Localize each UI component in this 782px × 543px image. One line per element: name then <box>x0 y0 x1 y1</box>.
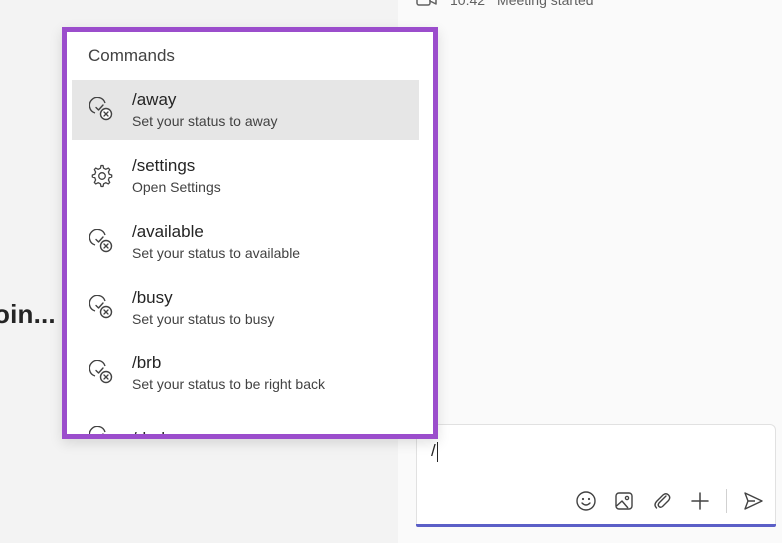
command-name: /busy <box>132 288 173 307</box>
message-input[interactable]: / <box>431 441 438 462</box>
command-item-settings[interactable]: /settings Open Settings <box>72 146 419 206</box>
message-composer[interactable]: / <box>416 424 776 526</box>
plus-icon <box>691 492 709 510</box>
command-name: /away <box>132 90 177 109</box>
command-description: Set your status to busy <box>132 311 275 327</box>
attach-icon <box>654 493 671 509</box>
send-button[interactable] <box>741 489 765 513</box>
command-name: /brb <box>132 353 162 372</box>
meeting-started-line: 10:42 Meeting started <box>416 0 594 10</box>
status-icon <box>72 80 132 140</box>
emoji-button[interactable] <box>574 489 598 513</box>
command-item-brb[interactable]: /brb Set your status to be right back <box>72 343 419 403</box>
gear-icon <box>72 146 132 206</box>
chat-pane: 10:42 Meeting started / <box>398 0 782 543</box>
command-name: /dnd <box>132 428 166 439</box>
command-item-busy[interactable]: /busy Set your status to busy <box>72 278 419 338</box>
composer-focus-underline <box>416 524 776 527</box>
status-icon <box>72 278 132 338</box>
toolbar-divider <box>726 489 727 513</box>
attach-button[interactable] <box>650 489 674 513</box>
send-icon <box>744 492 763 510</box>
command-item-away[interactable]: /away Set your status to away <box>72 80 419 140</box>
add-button[interactable] <box>688 489 712 513</box>
meeting-title: oin... <box>0 299 56 329</box>
command-description: Set your status to available <box>132 245 301 261</box>
meeting-time: 10:42 <box>450 0 486 8</box>
commands-header: Commands <box>88 46 175 65</box>
status-icon <box>72 343 132 403</box>
command-description: Set your status to be right back <box>132 376 325 392</box>
command-name: /available <box>132 222 204 241</box>
image-button[interactable] <box>612 489 636 513</box>
message-input-value: / <box>431 441 436 460</box>
composer-toolbar <box>574 489 765 513</box>
image-icon <box>615 492 633 510</box>
command-description: Open Settings <box>132 179 221 195</box>
status-icon <box>72 212 132 272</box>
commands-popup: Commands /away Set your status to away /… <box>62 27 438 439</box>
emoji-icon <box>576 491 596 511</box>
status-icon <box>72 409 132 434</box>
meeting-status-text: Meeting started <box>497 0 594 8</box>
video-camera-icon <box>416 0 438 11</box>
command-description: Set your status to away <box>132 113 278 129</box>
command-item-available[interactable]: /available Set your status to available <box>72 212 419 272</box>
command-item-dnd[interactable]: /dnd <box>72 409 419 439</box>
command-name: /settings <box>132 156 196 175</box>
text-caret <box>436 441 438 462</box>
